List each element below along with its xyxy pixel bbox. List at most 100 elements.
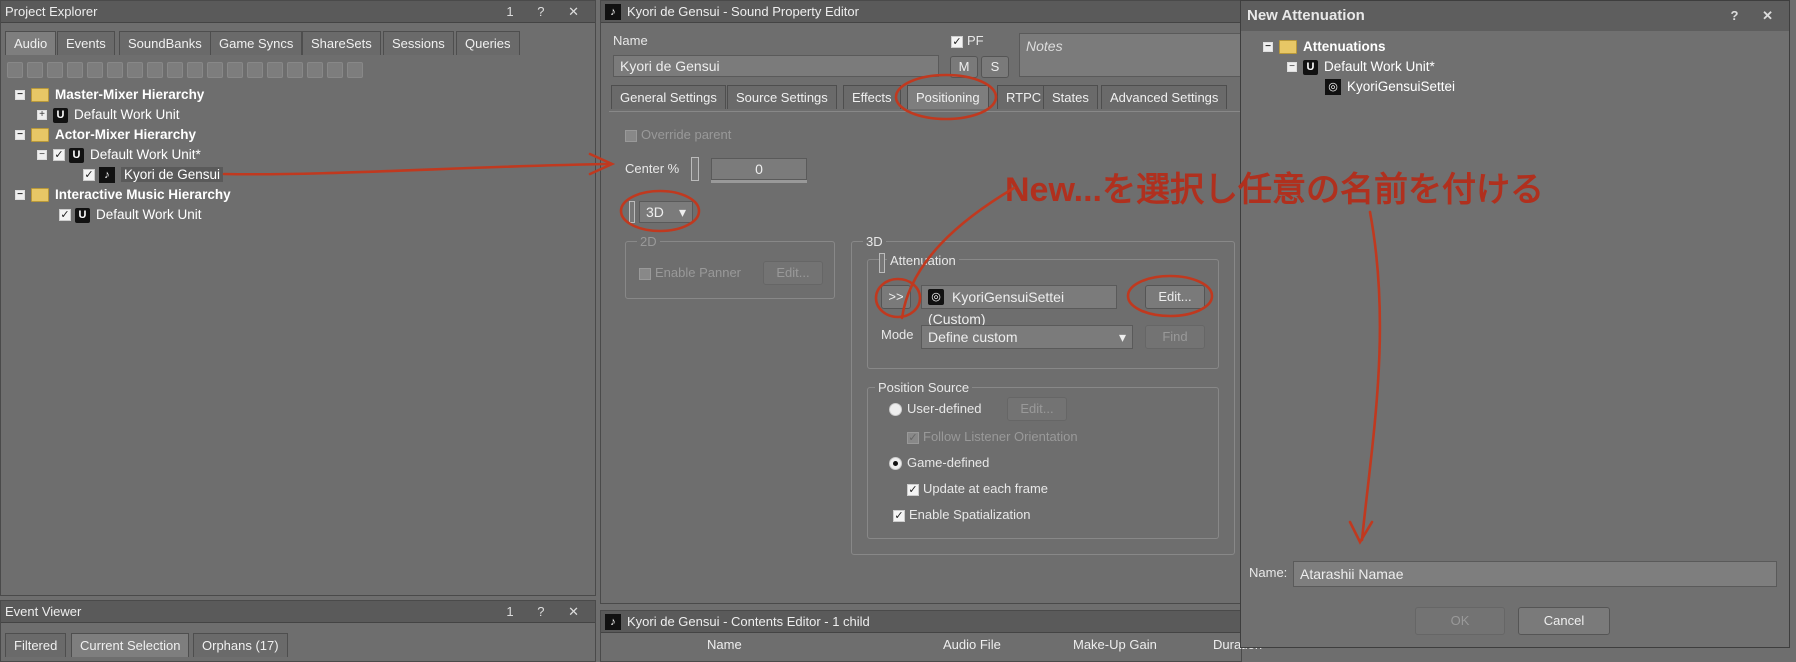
toolbar-icon[interactable] — [227, 62, 243, 78]
tree-item-master-mixer[interactable]: − Master-Mixer Hierarchy — [15, 85, 204, 105]
toolbar-icon[interactable] — [27, 62, 43, 78]
tab-effects[interactable]: Effects — [843, 85, 901, 109]
tree-item-kyori-gensui-settei[interactable]: ◎ KyoriGensuiSettei — [1325, 77, 1455, 97]
tree-item-default-work-unit[interactable]: − U Default Work Unit* — [1287, 57, 1435, 77]
enable-panner-option[interactable]: Enable Panner — [639, 265, 741, 280]
column-audio-file[interactable]: Audio File — [943, 637, 1001, 652]
follow-listener-option[interactable]: ✓ Follow Listener Orientation — [907, 429, 1078, 444]
ok-button[interactable]: OK — [1415, 607, 1505, 635]
attenuation-value-field[interactable]: ◎ KyoriGensuiSettei (Custom) — [921, 285, 1117, 327]
toolbar-icon[interactable] — [327, 62, 343, 78]
enable-spatialization-option[interactable]: ✓ Enable Spatialization — [893, 507, 1030, 522]
collapse-icon[interactable]: − — [1287, 62, 1297, 73]
tree-item-interactive-music[interactable]: − Interactive Music Hierarchy — [15, 185, 231, 205]
update-each-frame-checkbox[interactable]: ✓ — [907, 483, 919, 496]
override-parent-option[interactable]: Override parent — [625, 127, 731, 142]
center-slider-handle[interactable] — [691, 157, 699, 181]
toolbar-icon[interactable] — [267, 62, 283, 78]
toolbar-icon[interactable] — [67, 62, 83, 78]
toolbar-icon[interactable] — [147, 62, 163, 78]
tab-filtered[interactable]: Filtered — [5, 633, 67, 657]
toolbar-icon[interactable] — [167, 62, 183, 78]
checkbox[interactable]: ✓ — [59, 209, 71, 222]
enable-spatialization-checkbox[interactable]: ✓ — [893, 509, 905, 522]
tab-general-settings[interactable]: General Settings — [611, 85, 726, 109]
solo-button[interactable]: S — [981, 56, 1009, 78]
center-value-field[interactable]: 0 — [711, 158, 807, 180]
collapse-icon[interactable]: − — [37, 150, 47, 161]
tree-item-attenuations[interactable]: − Attenuations — [1263, 37, 1386, 57]
tab-sharesets[interactable]: ShareSets — [302, 31, 381, 55]
position-source-label: Position Source — [875, 380, 973, 395]
toolbar-icon[interactable] — [107, 62, 123, 78]
toolbar-icon[interactable] — [287, 62, 303, 78]
collapse-icon[interactable]: − — [15, 190, 25, 201]
column-name[interactable]: Name — [707, 637, 742, 652]
override-parent-checkbox[interactable] — [625, 129, 637, 142]
mode-value: Define custom — [928, 329, 1018, 345]
column-make-up-gain[interactable]: Make-Up Gain — [1073, 637, 1157, 652]
follow-listener-checkbox[interactable]: ✓ — [907, 431, 919, 444]
tab-queries[interactable]: Queries — [456, 31, 520, 55]
attenuation-handle[interactable] — [879, 253, 885, 273]
game-defined-option[interactable]: Game-defined — [889, 455, 989, 471]
expand-icon[interactable]: + — [37, 110, 47, 121]
toolbar-icon[interactable] — [347, 62, 363, 78]
toolbar-icon[interactable] — [187, 62, 203, 78]
tab-positioning[interactable]: Positioning — [907, 85, 989, 109]
user-defined-option[interactable]: User-defined — [889, 401, 981, 417]
cancel-button[interactable]: Cancel — [1518, 607, 1610, 635]
arrow-menu-button[interactable]: >> — [881, 285, 911, 309]
toolbar-icon[interactable] — [307, 62, 323, 78]
tab-orphans[interactable]: Orphans (17) — [193, 633, 288, 657]
checkbox[interactable]: ✓ — [83, 169, 95, 182]
mode-dropdown[interactable]: Define custom ▾ — [921, 325, 1133, 349]
tree-item-actor-mixer[interactable]: − Actor-Mixer Hierarchy — [15, 125, 196, 145]
pf-checkbox[interactable]: ✓ — [951, 35, 963, 48]
tree-item-default-work-unit[interactable]: + U Default Work Unit — [37, 105, 180, 125]
tab-current-selection[interactable]: Current Selection — [71, 633, 190, 657]
tab-sessions[interactable]: Sessions — [383, 31, 454, 55]
tab-states[interactable]: States — [1043, 85, 1098, 109]
tab-game-syncs[interactable]: Game Syncs — [210, 31, 303, 55]
toolbar-icon[interactable] — [247, 62, 263, 78]
mute-button[interactable]: M — [950, 56, 978, 78]
notes-field[interactable]: Notes — [1019, 33, 1241, 77]
enable-panner-checkbox[interactable] — [639, 267, 651, 280]
edit-2d-button[interactable]: Edit... — [763, 261, 823, 285]
collapse-icon[interactable]: − — [1263, 42, 1273, 53]
game-defined-radio[interactable] — [889, 457, 902, 471]
dialog-controls[interactable]: ? ✕ — [1731, 1, 1783, 31]
find-button[interactable]: Find — [1145, 325, 1205, 349]
center-slider-track[interactable] — [711, 180, 807, 183]
edit-position-button[interactable]: Edit... — [1007, 397, 1067, 421]
toolbar-icon[interactable] — [7, 62, 23, 78]
toolbar-icon[interactable] — [87, 62, 103, 78]
tree-item-default-work-unit-modified[interactable]: − ✓ U Default Work Unit* — [37, 145, 201, 165]
toolbar-icon[interactable] — [127, 62, 143, 78]
collapse-icon[interactable]: − — [15, 90, 25, 101]
name-field[interactable]: Kyori de Gensui — [613, 55, 939, 77]
user-defined-radio[interactable] — [889, 403, 902, 417]
tab-audio[interactable]: Audio — [5, 31, 57, 55]
panel-controls[interactable]: 1 ? ✕ — [506, 1, 589, 23]
checkbox[interactable]: ✓ — [53, 149, 65, 162]
sound-icon: ♪ — [605, 614, 621, 630]
toolbar-icon[interactable] — [47, 62, 63, 78]
pf-option[interactable]: ✓ PF — [951, 33, 984, 48]
tab-soundbanks[interactable]: SoundBanks — [119, 31, 211, 55]
panel-controls[interactable]: 1 ? ✕ — [506, 601, 589, 623]
mode-3d-handle[interactable] — [629, 201, 635, 223]
collapse-icon[interactable]: − — [15, 130, 25, 141]
tab-events[interactable]: Events — [57, 31, 115, 55]
tree-item-default-work-unit-music[interactable]: ✓ U Default Work Unit — [59, 205, 202, 225]
tree-item-kyori-de-gensui[interactable]: ✓ ♪ Kyori de Gensui — [83, 165, 224, 185]
toolbar-icon[interactable] — [207, 62, 223, 78]
project-explorer-panel: Project Explorer 1 ? ✕ Audio Events Soun… — [0, 0, 596, 596]
update-each-frame-option[interactable]: ✓ Update at each frame — [907, 481, 1048, 496]
tab-source-settings[interactable]: Source Settings — [727, 85, 837, 109]
mode-3d-dropdown[interactable]: 3D ▾ — [639, 201, 693, 223]
dialog-name-field[interactable]: Atarashii Namae — [1293, 561, 1777, 587]
tab-advanced-settings[interactable]: Advanced Settings — [1101, 85, 1228, 109]
edit-attenuation-button[interactable]: Edit... — [1145, 285, 1205, 309]
